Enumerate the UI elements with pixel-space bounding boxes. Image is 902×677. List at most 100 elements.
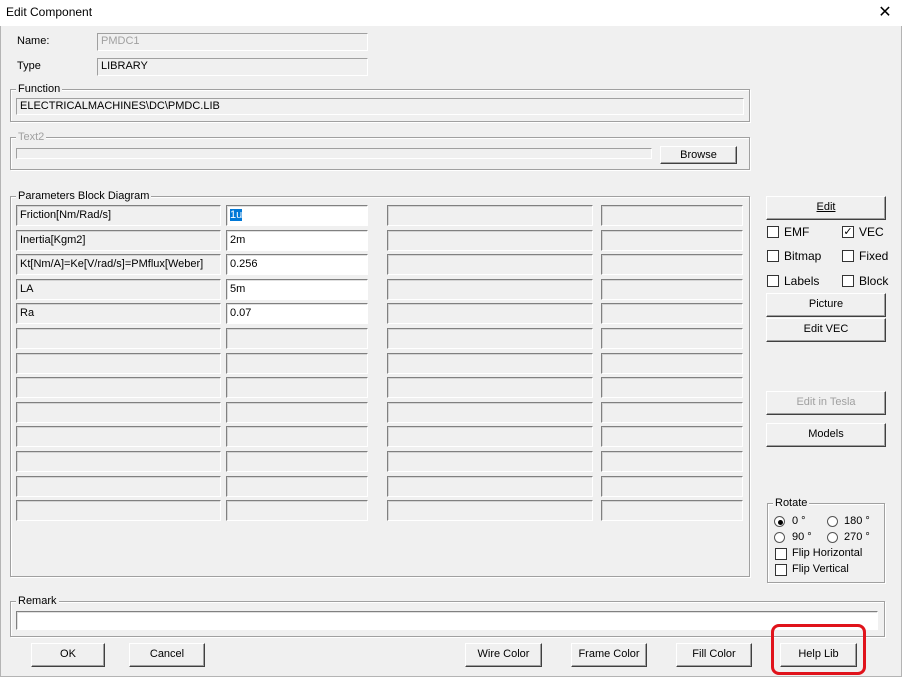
rotate-90-radio[interactable]: [774, 532, 785, 543]
param-name-cell[interactable]: LA: [16, 279, 221, 300]
param-value-cell-2[interactable]: [601, 328, 743, 349]
help-lib-highlight: [771, 624, 866, 675]
param-value-cell-2[interactable]: [601, 377, 743, 398]
ok-button[interactable]: OK: [31, 643, 105, 667]
param-name-cell-2[interactable]: [387, 328, 593, 349]
param-name-cell[interactable]: [16, 451, 221, 472]
param-value-cell-2[interactable]: [601, 476, 743, 497]
wire-color-button[interactable]: Wire Color: [465, 643, 542, 667]
function-field: ELECTRICALMACHINES\DC\PMDC.LIB: [16, 98, 744, 115]
labels-label: Labels: [784, 274, 820, 288]
param-name-cell[interactable]: [16, 402, 221, 423]
param-value-cell[interactable]: 0.256: [226, 254, 368, 275]
vec-checkbox[interactable]: ✓: [842, 226, 854, 238]
rotate-90-label: 90 °: [792, 531, 812, 543]
window-title: Edit Component: [6, 5, 93, 19]
edit-in-tesla-button[interactable]: Edit in Tesla: [766, 391, 886, 415]
param-name-cell[interactable]: Ra: [16, 303, 221, 324]
param-name-cell[interactable]: [16, 500, 221, 521]
param-value-cell-2[interactable]: [601, 402, 743, 423]
param-value-cell-2[interactable]: [601, 230, 743, 251]
fixed-label: Fixed: [859, 249, 889, 263]
parameters-label: Parameters Block Diagram: [16, 190, 152, 202]
close-icon[interactable]: ✕: [874, 3, 896, 23]
param-value-cell[interactable]: [226, 328, 368, 349]
param-name-cell-2[interactable]: [387, 451, 593, 472]
param-name-cell-2[interactable]: [387, 476, 593, 497]
param-name-cell[interactable]: [16, 328, 221, 349]
param-name-cell-2[interactable]: [387, 230, 593, 251]
param-name-cell-2[interactable]: [387, 426, 593, 447]
param-name-cell[interactable]: [16, 377, 221, 398]
browse-button[interactable]: Browse: [660, 146, 737, 164]
rotate-0-label: 0 °: [792, 515, 806, 527]
param-value-cell[interactable]: [226, 451, 368, 472]
param-value-cell[interactable]: 5m: [226, 279, 368, 300]
param-value-cell[interactable]: [226, 500, 368, 521]
name-field[interactable]: PMDC1: [97, 33, 368, 51]
vec-label: VEC: [859, 225, 884, 239]
labels-checkbox[interactable]: [767, 275, 779, 287]
param-value-cell-2[interactable]: [601, 353, 743, 374]
param-name-cell[interactable]: [16, 476, 221, 497]
param-value-cell-2[interactable]: [601, 205, 743, 226]
param-name-cell-2[interactable]: [387, 303, 593, 324]
remark-label: Remark: [16, 595, 59, 607]
cancel-button[interactable]: Cancel: [129, 643, 205, 667]
remark-field[interactable]: [16, 611, 878, 630]
flip-horizontal-label: Flip Horizontal: [792, 547, 863, 559]
frame-color-button[interactable]: Frame Color: [571, 643, 647, 667]
models-button[interactable]: Models: [766, 423, 886, 447]
param-name-cell-2[interactable]: [387, 377, 593, 398]
param-value-cell-2[interactable]: [601, 451, 743, 472]
param-name-cell[interactable]: [16, 353, 221, 374]
param-name-cell-2[interactable]: [387, 205, 593, 226]
param-value-cell[interactable]: [226, 426, 368, 447]
param-name-cell[interactable]: Kt[Nm/A]=Ke[V/rad/s]=PMflux[Weber]: [16, 254, 221, 275]
edit-button-label: Edit: [816, 201, 836, 213]
param-name-cell[interactable]: Inertia[Kgm2]: [16, 230, 221, 251]
emf-label: EMF: [784, 225, 810, 239]
block-checkbox[interactable]: [842, 275, 854, 287]
rotate-270-radio[interactable]: [827, 532, 838, 543]
block-label: Block: [859, 274, 889, 288]
param-value-cell[interactable]: 0.07: [226, 303, 368, 324]
rotate-0-radio[interactable]: [774, 516, 785, 527]
flip-vertical-label: Flip Vertical: [792, 563, 849, 575]
rotate-180-label: 180 °: [844, 515, 870, 527]
rotate-180-radio[interactable]: [827, 516, 838, 527]
edit-vec-button[interactable]: Edit VEC: [766, 318, 886, 342]
fill-color-button[interactable]: Fill Color: [676, 643, 752, 667]
param-value-cell[interactable]: 1u: [226, 205, 368, 226]
bitmap-checkbox[interactable]: [767, 250, 779, 262]
param-name-cell-2[interactable]: [387, 500, 593, 521]
param-value-cell[interactable]: [226, 402, 368, 423]
param-value-cell[interactable]: 2m: [226, 230, 368, 251]
rotate-label: Rotate: [773, 497, 810, 509]
emf-checkbox[interactable]: [767, 226, 779, 238]
param-value-cell-2[interactable]: [601, 279, 743, 300]
param-value-cell[interactable]: [226, 353, 368, 374]
flip-vertical-checkbox[interactable]: [775, 564, 787, 576]
param-value-cell-2[interactable]: [601, 426, 743, 447]
param-name-cell[interactable]: [16, 426, 221, 447]
flip-horizontal-checkbox[interactable]: [775, 548, 787, 560]
param-name-cell[interactable]: Friction[Nm/Rad/s]: [16, 205, 221, 226]
param-name-cell-2[interactable]: [387, 254, 593, 275]
param-name-cell-2[interactable]: [387, 353, 593, 374]
picture-button[interactable]: Picture: [766, 293, 886, 317]
param-value-cell-2[interactable]: [601, 254, 743, 275]
param-name-cell-2[interactable]: [387, 279, 593, 300]
text2-label: Text2: [16, 131, 47, 143]
name-label: Name:: [17, 35, 50, 47]
param-name-cell-2[interactable]: [387, 402, 593, 423]
param-value-cell[interactable]: [226, 476, 368, 497]
fixed-checkbox[interactable]: [842, 250, 854, 262]
edit-button[interactable]: Edit: [766, 196, 886, 220]
param-value-cell-2[interactable]: [601, 303, 743, 324]
rotate-270-label: 270 °: [844, 531, 870, 543]
param-value-cell-2[interactable]: [601, 500, 743, 521]
text2-field[interactable]: [16, 148, 652, 159]
param-value-cell[interactable]: [226, 377, 368, 398]
type-field: LIBRARY: [97, 58, 368, 76]
